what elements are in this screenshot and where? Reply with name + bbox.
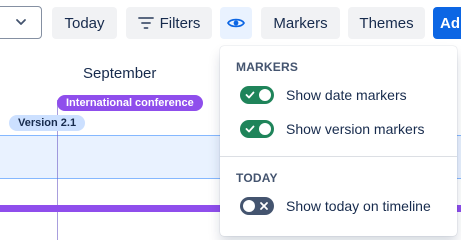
- eye-icon: [227, 18, 245, 28]
- today-section-heading: TODAY: [236, 171, 278, 185]
- check-icon: [245, 125, 255, 133]
- add-button-label: Ad: [440, 14, 460, 32]
- today-toggle[interactable]: [240, 197, 274, 215]
- markers-button[interactable]: Markers: [261, 7, 340, 39]
- version-markers-toggle[interactable]: [240, 120, 274, 138]
- view-select[interactable]: [0, 6, 42, 39]
- chevron-down-icon: [16, 19, 26, 25]
- menu-divider: [220, 156, 457, 157]
- markers-section-heading: MARKERS: [236, 60, 299, 74]
- today-button-label: Today: [64, 14, 105, 32]
- show-date-markers-option[interactable]: Show date markers: [240, 85, 407, 105]
- today-button[interactable]: Today: [52, 7, 117, 39]
- themes-button[interactable]: Themes: [348, 7, 425, 39]
- markers-button-label: Markers: [273, 14, 328, 32]
- version-marker-badge[interactable]: Version 2.1: [9, 115, 86, 131]
- view-settings-button[interactable]: [220, 7, 252, 39]
- date-marker-badge[interactable]: International conference: [57, 95, 203, 111]
- markers-menu: MARKERS Show date markers Show version m…: [220, 46, 457, 236]
- filter-icon: [137, 17, 154, 29]
- toggle-knob: [259, 89, 271, 101]
- close-icon: [260, 202, 268, 210]
- today-option-label: Show today on timeline: [286, 198, 431, 214]
- date-markers-toggle[interactable]: [240, 86, 274, 104]
- filters-button-label: Filters: [159, 14, 201, 32]
- toggle-knob: [259, 123, 271, 135]
- toggle-knob: [243, 200, 255, 212]
- toolbar: Today Filters Markers Themes Ad: [0, 0, 461, 46]
- show-today-option[interactable]: Show today on timeline: [240, 196, 431, 216]
- themes-button-label: Themes: [359, 14, 414, 32]
- version-markers-label: Show version markers: [286, 121, 425, 137]
- show-version-markers-option[interactable]: Show version markers: [240, 119, 425, 139]
- date-markers-label: Show date markers: [286, 87, 407, 103]
- add-button[interactable]: Ad: [433, 7, 461, 39]
- check-icon: [245, 91, 255, 99]
- month-label: September: [83, 65, 157, 82]
- filters-button[interactable]: Filters: [126, 7, 212, 39]
